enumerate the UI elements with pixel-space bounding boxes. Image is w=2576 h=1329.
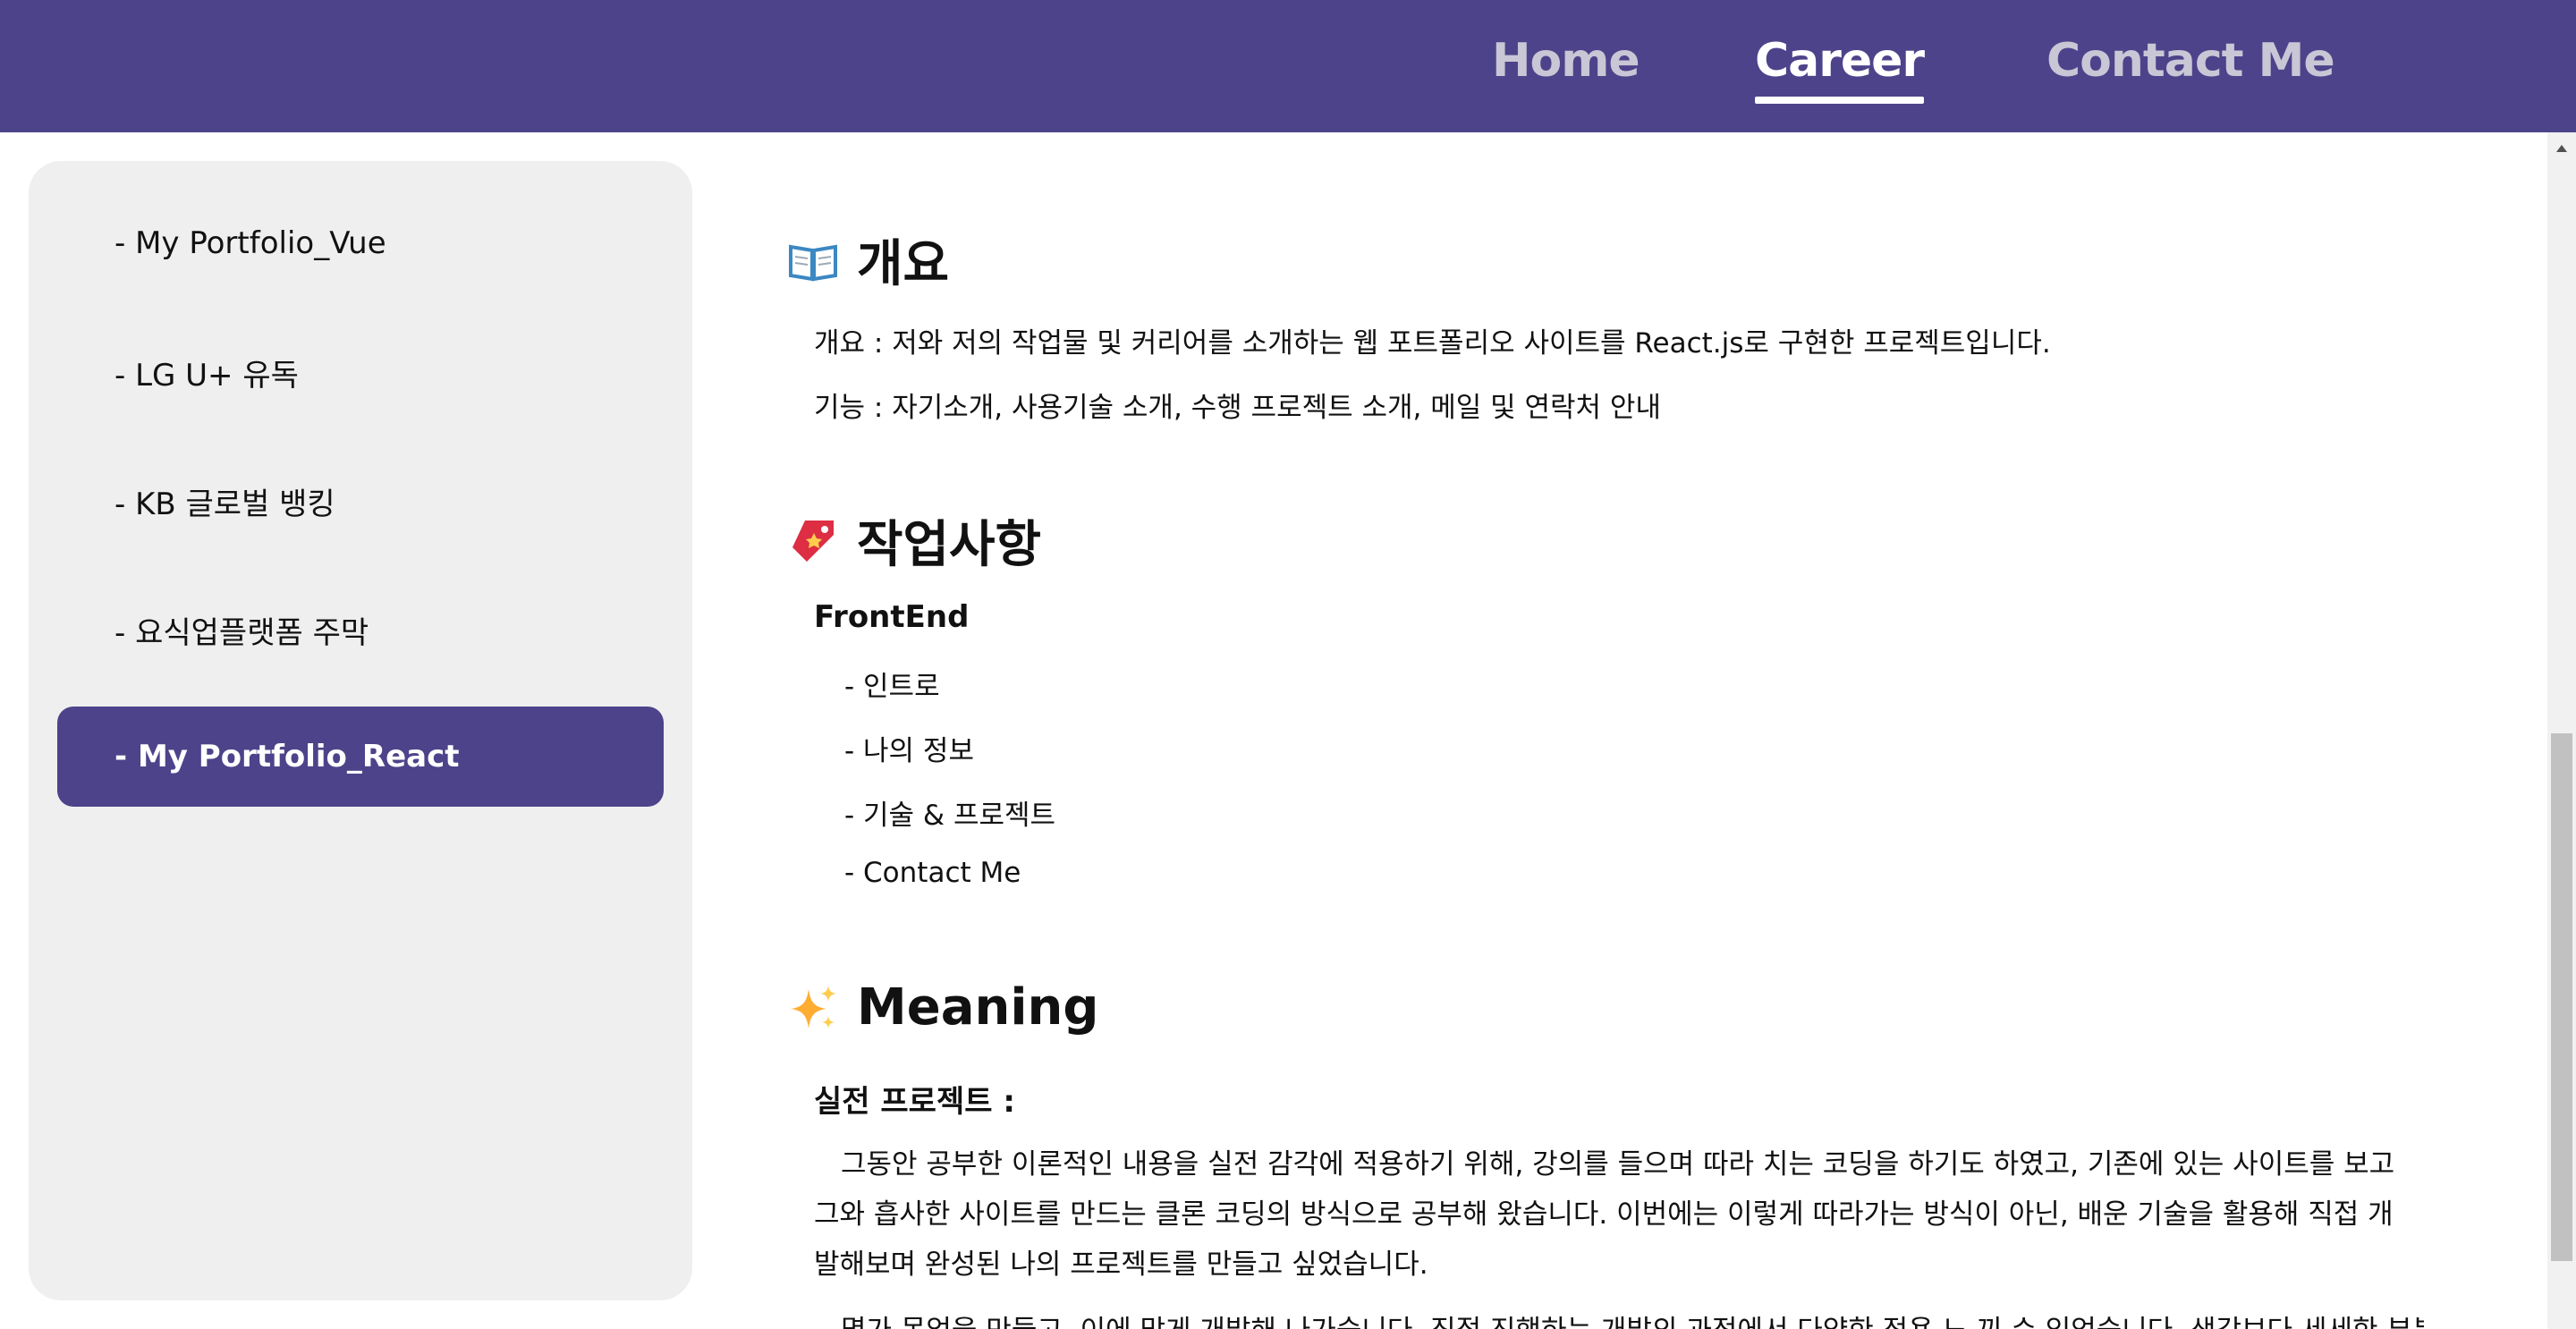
meaning-paragraph: 그동안 공부한 이론적인 내용을 실전 감각에 적용하기 위해, 강의를 들으며… bbox=[814, 1148, 2395, 1281]
sidebar-item-label: - 요식업플랫폼 주막 bbox=[114, 614, 369, 651]
nav-active-underline bbox=[1755, 97, 1925, 104]
project-sidebar: - My Portfolio_Vue - LG U+ 유독 - KB 글로벌 뱅… bbox=[29, 161, 692, 1300]
sidebar-item-label: - LG U+ 유독 bbox=[114, 357, 299, 394]
work-heading: 작업사항 bbox=[787, 504, 1041, 577]
sidebar-item-lg-uplus[interactable]: - LG U+ 유독 bbox=[57, 322, 664, 422]
sidebar-item-portfolio-react[interactable]: - My Portfolio_React bbox=[57, 707, 664, 807]
overview-summary: 개요 : 저와 저의 작업물 및 커리어를 소개하는 웹 포트폴리오 사이트를 … bbox=[814, 327, 2051, 360]
sidebar-item-label: - My Portfolio_Vue bbox=[114, 225, 386, 261]
scrollbar-thumb[interactable] bbox=[2551, 733, 2572, 1261]
sidebar-item-jumak[interactable]: - 요식업플랫폼 주막 bbox=[57, 580, 664, 680]
work-item-my-info: - 나의 정보 bbox=[844, 735, 974, 767]
meaning-subtitle: 실전 프로젝트 : bbox=[814, 1084, 1015, 1120]
frontend-subtitle: FrontEnd bbox=[814, 599, 970, 635]
meaning-title: Meaning bbox=[857, 978, 1099, 1037]
work-item-skills-projects: - 기술 & 프로젝트 bbox=[844, 800, 1056, 832]
sidebar-item-label: - KB 글로벌 뱅킹 bbox=[114, 486, 335, 522]
overview-features: 기능 : 자기소개, 사용기술 소개, 수행 프로젝트 소개, 메일 및 연락처… bbox=[814, 392, 1661, 424]
sparkles-icon bbox=[787, 982, 839, 1034]
nav-contact-link[interactable]: Contact Me bbox=[2046, 34, 2335, 88]
sidebar-item-portfolio-vue[interactable]: - My Portfolio_Vue bbox=[57, 193, 664, 293]
nav-career-label: Career bbox=[1755, 34, 1925, 88]
overview-title: 개요 bbox=[857, 235, 950, 293]
bookmark-tag-icon bbox=[787, 515, 839, 567]
overview-heading: 개요 bbox=[787, 224, 949, 296]
open-book-icon bbox=[787, 234, 839, 286]
sidebar-item-label: - My Portfolio_React bbox=[114, 739, 460, 775]
work-item-contact: - Contact Me bbox=[844, 857, 1021, 889]
work-title: 작업사항 bbox=[857, 516, 1042, 574]
nav-career-link[interactable]: Career bbox=[1755, 34, 1925, 104]
vertical-scrollbar[interactable] bbox=[2547, 132, 2576, 1329]
meaning-heading: Meaning bbox=[787, 978, 1099, 1037]
sidebar-item-kb-global-banking[interactable]: - KB 글로벌 뱅킹 bbox=[57, 451, 664, 551]
top-navbar: Home Career Contact Me bbox=[0, 0, 2576, 132]
project-detail: 개요 개요 : 저와 저의 작업물 및 커리어를 소개하는 웹 포트폴리오 사이… bbox=[787, 134, 2424, 1329]
work-item-intro: - 인트로 bbox=[844, 671, 940, 703]
scroll-up-arrow-icon[interactable] bbox=[2547, 138, 2576, 159]
nav-home-link[interactable]: Home bbox=[1492, 34, 1640, 88]
meaning-next-line: 몇가 목업을 만들고, 이에 맞게 개발해 나가습니다. 직접 진행하는 개발의… bbox=[841, 1308, 2424, 1329]
